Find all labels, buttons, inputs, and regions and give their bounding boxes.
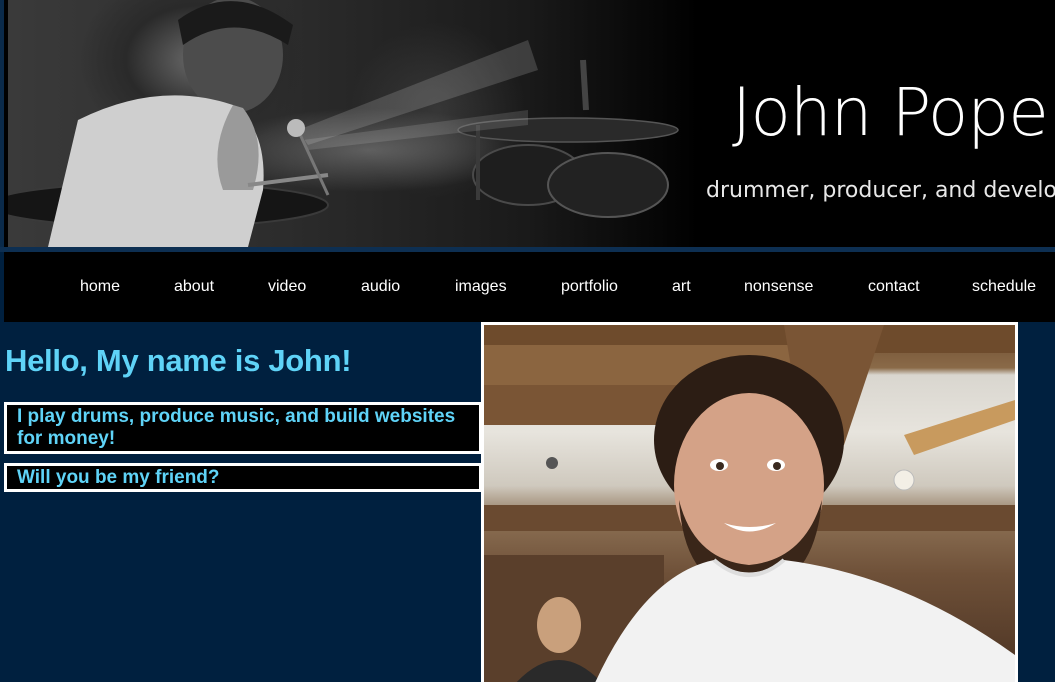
nav-item-images[interactable]: images bbox=[455, 278, 507, 296]
nav-item-schedule[interactable]: schedule bbox=[972, 278, 1036, 296]
portrait-photo bbox=[481, 322, 1018, 682]
nav-item-nonsense[interactable]: nonsense bbox=[744, 278, 813, 296]
nav-item-about[interactable]: about bbox=[174, 278, 214, 296]
nav-item-portfolio[interactable]: portfolio bbox=[561, 278, 618, 296]
greeting-heading: Hello, My name is John! bbox=[5, 343, 352, 378]
intro-callout: I play drums, produce music, and build w… bbox=[4, 402, 482, 454]
site-tagline: drummer, producer, and developer bbox=[706, 178, 1055, 203]
site-title: John Pope bbox=[732, 74, 1049, 151]
nav-item-contact[interactable]: contact bbox=[868, 278, 920, 296]
nav-item-home[interactable]: home bbox=[80, 278, 120, 296]
nav-item-audio[interactable]: audio bbox=[361, 278, 400, 296]
friend-callout: Will you be my friend? bbox=[4, 463, 482, 492]
main-nav: home about video audio images portfolio … bbox=[4, 252, 1055, 322]
banner-photo bbox=[8, 0, 698, 247]
nav-item-video[interactable]: video bbox=[268, 278, 306, 296]
header-banner: John Pope drummer, producer, and develop… bbox=[0, 0, 1055, 247]
nav-item-art[interactable]: art bbox=[672, 278, 691, 296]
